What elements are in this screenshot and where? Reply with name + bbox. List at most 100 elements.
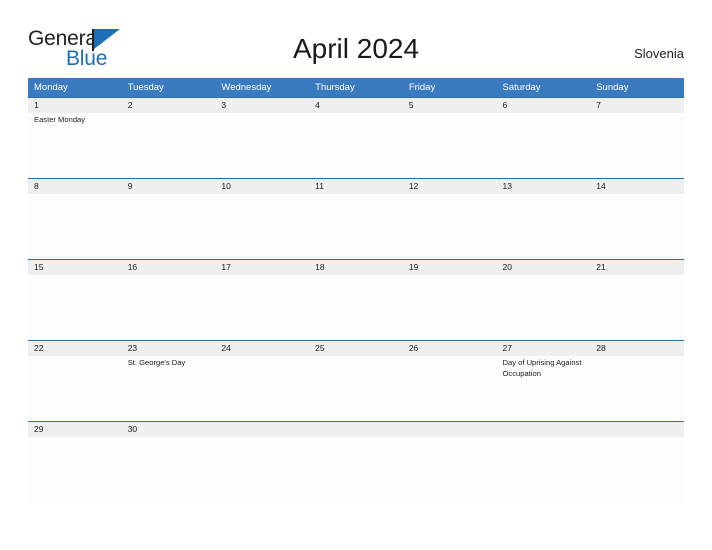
calendar-grid: Monday Tuesday Wednesday Thursday Friday… [28, 78, 684, 502]
day-cell[interactable] [309, 275, 403, 339]
day-cell[interactable] [215, 275, 309, 339]
week-events: Easter Monday [28, 113, 684, 177]
day-cell-empty [403, 437, 497, 501]
day-cell-empty [215, 422, 309, 437]
day-number[interactable]: 26 [403, 341, 497, 356]
day-cell[interactable] [122, 113, 216, 177]
week-row: 1 2 3 4 5 6 7 Easter Monday [28, 97, 684, 178]
day-number[interactable]: 28 [590, 341, 684, 356]
week-row: 8 9 10 11 12 13 14 [28, 178, 684, 259]
day-cell[interactable] [403, 356, 497, 420]
day-number[interactable]: 14 [590, 179, 684, 194]
day-cell[interactable] [309, 194, 403, 258]
day-cell[interactable] [403, 194, 497, 258]
day-cell-empty [497, 422, 591, 437]
event-label: Day of Uprising Against Occupation [502, 358, 582, 378]
event-label: St. George's Day [127, 358, 186, 367]
week-daynumbers: 22 23 24 25 26 27 28 [28, 341, 684, 356]
day-number[interactable]: 5 [403, 98, 497, 113]
day-cell[interactable] [28, 275, 122, 339]
day-cell[interactable] [122, 194, 216, 258]
week-daynumbers: 8 9 10 11 12 13 14 [28, 179, 684, 194]
day-cell[interactable] [590, 194, 684, 258]
day-cell[interactable] [497, 194, 591, 258]
day-cell-empty [497, 437, 591, 501]
day-number[interactable]: 24 [215, 341, 309, 356]
day-cell-empty [403, 422, 497, 437]
day-number[interactable]: 22 [28, 341, 122, 356]
day-cell[interactable] [309, 113, 403, 177]
weekday-header-saturday: Saturday [502, 82, 541, 93]
day-cell[interactable] [590, 356, 684, 420]
day-number[interactable]: 7 [590, 98, 684, 113]
day-cell[interactable] [309, 356, 403, 420]
day-number[interactable]: 30 [122, 422, 216, 437]
day-cell-empty [215, 437, 309, 501]
day-number[interactable]: 20 [497, 260, 591, 275]
day-cell[interactable] [215, 356, 309, 420]
day-cell[interactable] [497, 113, 591, 177]
week-row: 15 16 17 18 19 20 21 [28, 259, 684, 340]
day-cell[interactable] [215, 113, 309, 177]
day-cell[interactable]: St. George's Day [122, 356, 216, 420]
week-daynumbers: 15 16 17 18 19 20 21 [28, 260, 684, 275]
day-number[interactable]: 12 [403, 179, 497, 194]
page-header: General Blue April 2024 Slovenia [0, 0, 712, 76]
week-daynumbers: 1 2 3 4 5 6 7 [28, 98, 684, 113]
day-cell-empty [309, 422, 403, 437]
week-events [28, 194, 684, 258]
day-cell[interactable] [403, 113, 497, 177]
day-number[interactable]: 2 [122, 98, 216, 113]
calendar-page: General Blue April 2024 Slovenia Monday … [0, 0, 712, 550]
day-number[interactable]: 27 [497, 341, 591, 356]
day-number[interactable]: 10 [215, 179, 309, 194]
day-number[interactable]: 16 [122, 260, 216, 275]
day-cell[interactable] [497, 275, 591, 339]
day-cell[interactable] [122, 437, 216, 501]
day-number[interactable]: 18 [309, 260, 403, 275]
week-events [28, 437, 684, 501]
day-cell[interactable] [590, 113, 684, 177]
week-events [28, 275, 684, 339]
day-number[interactable]: 1 [28, 98, 122, 113]
day-number[interactable]: 23 [122, 341, 216, 356]
week-row: 29 30 [28, 421, 684, 502]
day-cell[interactable] [28, 194, 122, 258]
day-number[interactable]: 29 [28, 422, 122, 437]
week-daynumbers: 29 30 [28, 422, 684, 437]
day-cell-empty [590, 437, 684, 501]
weekday-header-sunday: Sunday [596, 82, 629, 93]
weekday-header-friday: Friday [408, 82, 436, 93]
day-number[interactable]: 11 [309, 179, 403, 194]
day-number[interactable]: 6 [497, 98, 591, 113]
day-cell[interactable]: Day of Uprising Against Occupation [497, 356, 591, 420]
weekday-header-tuesday: Tuesday [127, 82, 164, 93]
day-number[interactable]: 13 [497, 179, 591, 194]
day-number[interactable]: 8 [28, 179, 122, 194]
page-title: April 2024 [292, 33, 420, 64]
day-cell[interactable] [122, 275, 216, 339]
week-row: 22 23 24 25 26 27 28 St. George's Day Da… [28, 340, 684, 421]
day-cell[interactable] [28, 356, 122, 420]
weekday-header-row: Monday Tuesday Wednesday Thursday Friday… [28, 78, 684, 97]
day-cell[interactable] [590, 275, 684, 339]
day-cell-empty [590, 422, 684, 437]
day-number[interactable]: 9 [122, 179, 216, 194]
day-number[interactable]: 25 [309, 341, 403, 356]
day-number[interactable]: 17 [215, 260, 309, 275]
day-cell[interactable] [403, 275, 497, 339]
day-number[interactable]: 15 [28, 260, 122, 275]
day-cell[interactable]: Easter Monday [28, 113, 122, 177]
day-number[interactable]: 4 [309, 98, 403, 113]
weekday-header-monday: Monday [34, 82, 68, 93]
weekday-header-wednesday: Wednesday [221, 82, 272, 93]
day-cell-empty [309, 437, 403, 501]
weekday-header-thursday: Thursday [315, 82, 355, 93]
day-number[interactable]: 3 [215, 98, 309, 113]
country-label: Slovenia [634, 46, 684, 61]
day-cell[interactable] [215, 194, 309, 258]
day-number[interactable]: 21 [590, 260, 684, 275]
day-number[interactable]: 19 [403, 260, 497, 275]
day-cell[interactable] [28, 437, 122, 501]
event-label: Easter Monday [34, 115, 86, 124]
